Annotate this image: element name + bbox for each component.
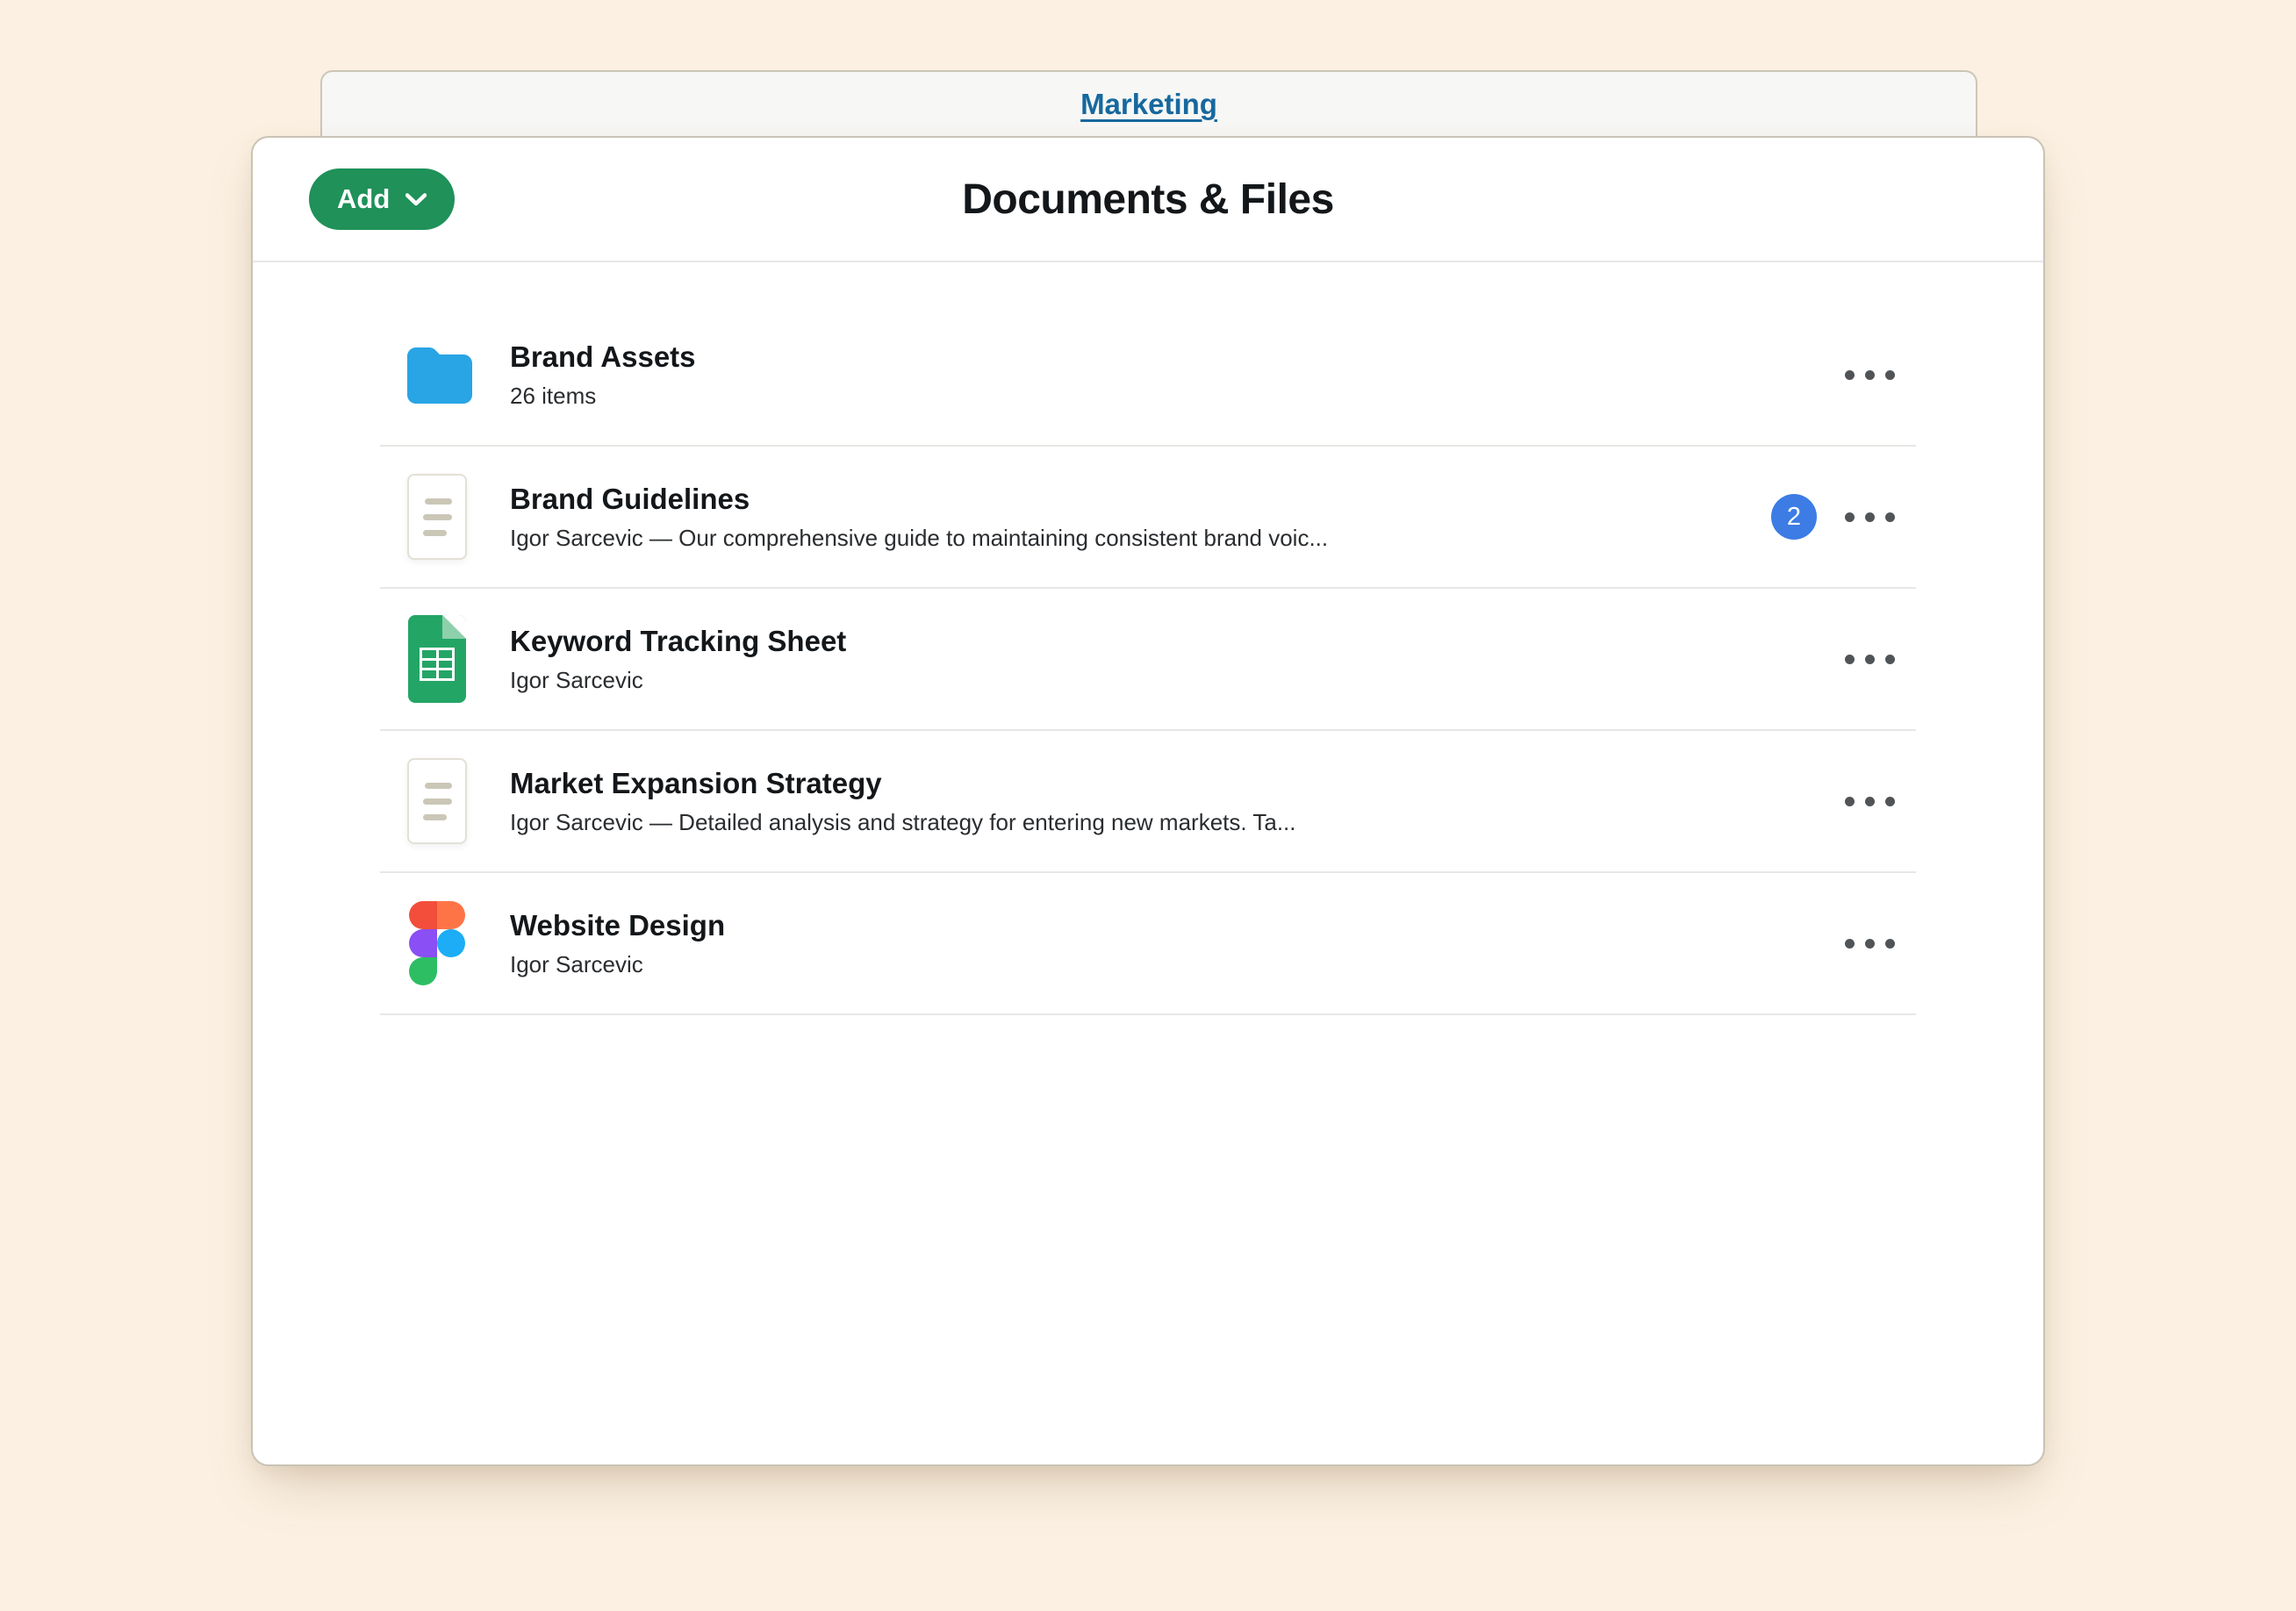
item-subtitle: Igor Sarcevic — Our comprehensive guide … (510, 523, 1328, 553)
list-item[interactable]: Market Expansion Strategy Igor Sarcevic … (380, 731, 1916, 873)
ellipsis-icon (1845, 512, 1855, 522)
ellipsis-icon (1845, 797, 1855, 806)
comment-count-badge[interactable]: 2 (1771, 494, 1817, 540)
item-subtitle: Igor Sarcevic — Detailed analysis and st… (510, 807, 1296, 837)
item-subtitle: Igor Sarcevic (510, 949, 725, 979)
item-title: Website Design (510, 907, 725, 944)
item-title: Brand Assets (510, 339, 696, 376)
chevron-down-icon (405, 193, 427, 206)
list-item[interactable]: Keyword Tracking Sheet Igor Sarcevic (380, 589, 1916, 731)
documents-panel: Add Documents & Files Brand Assets 26 it… (251, 136, 2045, 1466)
document-list: Brand Assets 26 items Brand Guidelines (253, 262, 2043, 1015)
item-title: Keyword Tracking Sheet (510, 623, 846, 660)
add-button[interactable]: Add (309, 168, 455, 230)
item-title: Market Expansion Strategy (510, 765, 1296, 802)
list-item[interactable]: Website Design Igor Sarcevic (380, 873, 1916, 1015)
row-menu-button[interactable] (1840, 784, 1900, 819)
spreadsheet-icon (408, 615, 466, 703)
documents-header: Add Documents & Files (253, 138, 2043, 262)
row-menu-button[interactable] (1840, 500, 1900, 534)
item-title: Brand Guidelines (510, 481, 1328, 518)
document-icon (407, 474, 467, 560)
row-menu-button[interactable] (1840, 927, 1900, 961)
list-item[interactable]: Brand Assets 26 items (380, 304, 1916, 447)
row-menu-button[interactable] (1840, 358, 1900, 392)
page-title: Documents & Files (253, 175, 2043, 224)
ellipsis-icon (1845, 939, 1855, 949)
row-menu-button[interactable] (1840, 642, 1900, 677)
ellipsis-icon (1845, 655, 1855, 664)
folder-icon (402, 346, 472, 404)
figma-icon (409, 901, 465, 985)
ellipsis-icon (1845, 370, 1855, 380)
list-item[interactable]: Brand Guidelines Igor Sarcevic — Our com… (380, 447, 1916, 589)
item-subtitle: 26 items (510, 381, 696, 411)
item-subtitle: Igor Sarcevic (510, 665, 846, 695)
add-button-label: Add (337, 183, 390, 215)
document-icon (407, 758, 467, 844)
